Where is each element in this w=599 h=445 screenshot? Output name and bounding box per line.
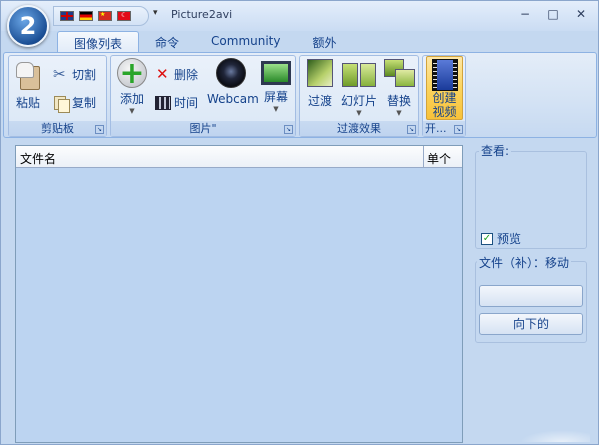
webcam-icon — [216, 58, 246, 88]
slideshow-icon — [342, 59, 376, 87]
view-label: 查看: — [479, 142, 512, 159]
delete-label: 删除 — [174, 68, 199, 82]
delete-button[interactable]: 删除 — [155, 65, 199, 83]
copy-icon — [53, 95, 70, 113]
preview-checkbox[interactable]: ✓ — [481, 232, 493, 245]
screen-button[interactable]: 屏幕 ▼ — [259, 58, 293, 113]
copy-button[interactable]: 复制 — [53, 94, 97, 113]
paste-button[interactable]: 粘贴 — [13, 60, 43, 111]
ribbon: 粘贴 切割 复制 剪贴板 ↘ 添加 ▼ 删除 — [3, 52, 597, 138]
maximize-button[interactable]: □ — [544, 7, 562, 21]
paste-label: 粘贴 — [15, 96, 40, 110]
replace-label: 替换 — [386, 94, 411, 108]
webcam-label: Webcam — [207, 92, 259, 106]
transition-icon — [307, 59, 333, 87]
qat-dropdown-icon[interactable]: ▾ — [153, 8, 158, 18]
ribbon-tabs: 图像列表 命令 Community 额外 — [57, 31, 353, 53]
replace-dropdown-icon: ▼ — [396, 109, 402, 117]
list-header: 文件名 单个 — [16, 146, 462, 168]
flag-tr-icon[interactable] — [117, 11, 131, 21]
time-button[interactable]: 时间 — [155, 94, 198, 111]
create-launcher-icon[interactable]: ↘ — [454, 125, 463, 134]
webcam-button[interactable]: Webcam — [207, 58, 259, 106]
add-button[interactable]: 添加 ▼ — [115, 56, 149, 115]
transition-label: 过渡 — [307, 94, 332, 108]
app-logo-glyph: 2 — [19, 12, 37, 40]
replace-icon — [384, 59, 415, 87]
time-label: 时间 — [174, 96, 199, 110]
image-list[interactable]: 文件名 单个 — [15, 145, 463, 443]
clipboard-launcher-icon[interactable]: ↘ — [95, 125, 104, 134]
status-decoration — [520, 430, 590, 442]
window-title: Picture2avi — [171, 8, 233, 21]
move-down-button[interactable]: 向下的 — [479, 313, 583, 335]
paste-icon — [14, 60, 42, 90]
app-orb-button[interactable]: 2 — [7, 5, 49, 47]
tab-image-list[interactable]: 图像列表 — [57, 31, 140, 53]
add-dropdown-icon: ▼ — [129, 107, 135, 115]
file-move-label: 文件（补）：移动 — [477, 254, 572, 271]
monitor-icon — [261, 61, 291, 85]
transitions-group: 过渡 幻灯片 ▼ 替换 ▼ 过渡效果 ↘ — [299, 55, 419, 137]
move-up-button[interactable] — [479, 285, 583, 307]
side-panel: 查看: ✓ 预览 文件（补）：移动 向下的 — [469, 139, 595, 439]
add-icon — [117, 56, 147, 91]
flag-cn-icon[interactable] — [98, 11, 112, 21]
screen-label: 屏幕 — [263, 90, 288, 104]
add-label: 添加 — [119, 92, 144, 106]
slideshow-button[interactable]: 幻灯片 ▼ — [338, 58, 380, 117]
pictures-group-label: 图片" — [111, 121, 295, 136]
flag-de-icon[interactable] — [79, 11, 93, 21]
title-bar: ▾ Picture2avi − □ ✕ — [1, 1, 598, 31]
clipboard-group: 粘贴 切割 复制 剪贴板 ↘ — [8, 55, 107, 137]
tab-commands[interactable]: 命令 — [139, 31, 195, 53]
tab-community[interactable]: Community — [195, 31, 296, 53]
pictures-launcher-icon[interactable]: ↘ — [284, 125, 293, 134]
cut-button[interactable]: 切割 — [53, 65, 97, 83]
transitions-launcher-icon[interactable]: ↘ — [407, 125, 416, 134]
close-button[interactable]: ✕ — [572, 7, 590, 21]
clipboard-group-label: 剪贴板 — [9, 121, 106, 136]
create-video-button[interactable]: 创建 视频 — [426, 56, 463, 120]
app-window: ▾ Picture2avi − □ ✕ 2 图像列表 命令 Community … — [0, 0, 599, 445]
time-icon — [155, 95, 171, 110]
copy-label: 复制 — [72, 96, 97, 110]
flag-uk-icon[interactable] — [60, 11, 74, 21]
create-label-line1: 创建 — [432, 91, 457, 105]
tab-extra[interactable]: 额外 — [296, 31, 352, 53]
minimize-button[interactable]: − — [516, 7, 534, 21]
window-controls: − □ ✕ — [516, 7, 590, 21]
scissors-icon — [53, 65, 69, 83]
slideshow-label: 幻灯片 — [340, 94, 377, 108]
screen-dropdown-icon: ▼ — [273, 105, 279, 113]
quick-access-toolbar — [53, 6, 149, 26]
create-label-line2: 视频 — [432, 105, 457, 119]
film-icon — [431, 59, 458, 91]
transition-button[interactable]: 过渡 — [304, 58, 336, 109]
preview-checkbox-row[interactable]: ✓ 预览 — [481, 230, 521, 247]
column-header-filename[interactable]: 文件名 — [16, 146, 424, 167]
replace-button[interactable]: 替换 ▼ — [382, 58, 416, 117]
slideshow-dropdown-icon: ▼ — [356, 109, 362, 117]
cut-label: 切割 — [72, 68, 97, 82]
transitions-group-label: 过渡效果 — [300, 121, 418, 136]
pictures-group: 添加 ▼ 删除 时间 Webcam 屏幕 ▼ 图片" ↘ — [110, 55, 296, 137]
delete-icon — [155, 65, 171, 83]
preview-label: 预览 — [497, 232, 522, 246]
column-header-single[interactable]: 单个 — [424, 146, 462, 167]
